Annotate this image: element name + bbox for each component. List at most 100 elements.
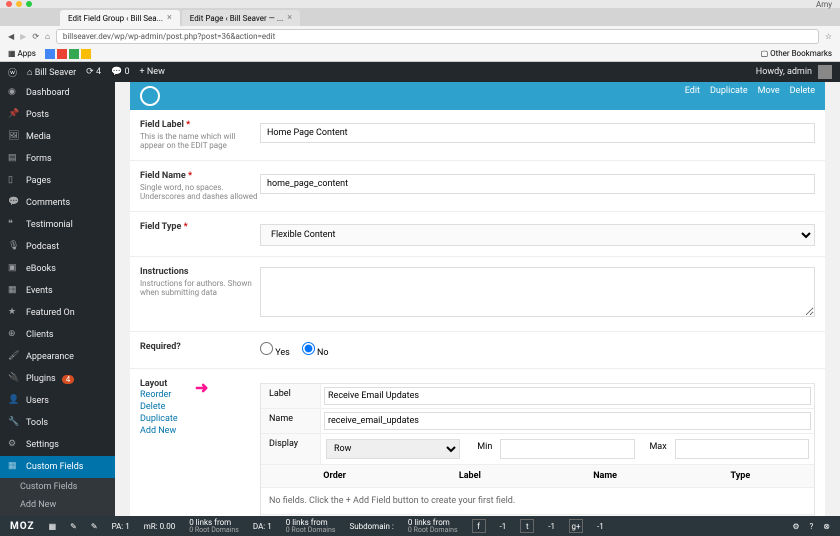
facebook-icon[interactable]: f [472, 519, 486, 533]
col-label: Label [402, 471, 537, 481]
close-icon[interactable]: × [167, 13, 172, 23]
layout-duplicate-link[interactable]: Duplicate [140, 413, 260, 425]
reload-icon[interactable]: ⟳ [32, 32, 39, 41]
sidebar-item-clients[interactable]: ⊕Clients [0, 324, 115, 346]
updates-icon[interactable]: ⟳ 4 [86, 67, 101, 77]
user-icon: 👤 [8, 395, 20, 407]
twitter-icon[interactable]: t [520, 519, 534, 533]
sidebar-item-events[interactable]: ▦Events [0, 280, 115, 302]
bookmark-icon[interactable] [57, 49, 67, 59]
sidebar-item-users[interactable]: 👤Users [0, 390, 115, 412]
sidebar-item-plugins[interactable]: 🔌Plugins4 [0, 368, 115, 390]
layout-addnew-link[interactable]: Add New [140, 425, 260, 437]
delete-link[interactable]: Delete [790, 86, 815, 106]
sidebar-item-appearance[interactable]: 🖌Appearance [0, 346, 115, 368]
field-label-input[interactable] [260, 123, 815, 143]
field-order-icon [140, 86, 160, 106]
plugin-icon: 🔌 [8, 373, 20, 385]
minimize-window-icon[interactable] [16, 1, 22, 7]
field-name-input[interactable] [260, 174, 815, 194]
layout-subtable: Label Name Display Row Min [260, 383, 815, 516]
field-label: Layout [140, 379, 260, 389]
sidebar-item-media[interactable]: 🖼Media [0, 126, 115, 148]
sidebar-item-comments[interactable]: 💬Comments [0, 192, 115, 214]
bookmark-icon[interactable] [69, 49, 79, 59]
layout-reorder-link[interactable]: Reorder [140, 389, 260, 401]
moz-logo[interactable]: MOZ [10, 521, 35, 532]
layout-delete-link[interactable]: Delete [140, 401, 260, 413]
sidebar-item-tools[interactable]: 🔧Tools [0, 412, 115, 434]
moz-icon[interactable]: ✎ [91, 522, 98, 531]
sidebar-item-posts[interactable]: 📌Posts [0, 104, 115, 126]
bookmark-icon[interactable] [81, 49, 91, 59]
mac-titlebar: Amy [0, 0, 840, 8]
duplicate-link[interactable]: Duplicate [710, 86, 748, 106]
required-yes[interactable]: Yes [260, 342, 290, 358]
ext-icon[interactable]: ☆ [825, 32, 832, 41]
field-type-select[interactable]: Flexible Content [260, 224, 815, 246]
sidebar-item-forms[interactable]: ▤Forms [0, 148, 115, 170]
new-button[interactable]: + New [140, 67, 165, 77]
brush-icon: 🖌 [8, 351, 20, 363]
field-label: Field Type * [140, 222, 260, 232]
sidebar-item-custom-fields[interactable]: ▦Custom Fields [0, 456, 115, 478]
calendar-icon: ▦ [8, 285, 20, 297]
field-desc: Single word, no spaces. Underscores and … [140, 183, 260, 201]
sidebar-item-dashboard[interactable]: ◉Dashboard [0, 82, 115, 104]
site-name[interactable]: ⌂ Bill Seaver [27, 67, 76, 78]
update-badge: 4 [62, 375, 75, 384]
field-desc: This is the name which will appear on th… [140, 132, 260, 150]
close-icon[interactable]: × [287, 13, 292, 23]
moz-gear-icon[interactable]: ⚙ [792, 522, 799, 531]
moz-icon[interactable]: ▦ [49, 522, 57, 531]
mac-user: Amy [816, 0, 832, 9]
gplus-icon[interactable]: g+ [569, 519, 583, 533]
url-input[interactable]: billseaver.dev/wp/wp-admin/post.php?post… [56, 29, 819, 44]
avatar-icon[interactable] [818, 65, 832, 79]
back-icon[interactable]: ◀ [8, 32, 14, 41]
layout-max-input[interactable] [675, 439, 809, 459]
sidebar-sub-add-new[interactable]: Add New [0, 496, 115, 514]
edit-link[interactable]: Edit [685, 86, 700, 106]
star-icon: ★ [8, 307, 20, 319]
row-instructions: Instructions Instructions for authors. S… [130, 257, 825, 332]
layout-name-key: Name [261, 409, 321, 433]
home-icon[interactable]: ⌂ [45, 32, 50, 41]
sidebar-item-podcast[interactable]: 🎙Podcast [0, 236, 115, 258]
row-required: Required? Yes No [130, 332, 825, 369]
cf-icon: ▦ [8, 461, 20, 473]
other-bookmarks[interactable]: ▢ Other Bookmarks [761, 49, 832, 58]
moz-close-icon[interactable]: ⊗ [823, 522, 830, 531]
layout-min-input[interactable] [500, 439, 634, 459]
sidebar-item-settings[interactable]: ⚙Settings [0, 434, 115, 456]
moz-icon[interactable]: ✎ [70, 522, 77, 531]
bookmark-icon[interactable] [45, 49, 55, 59]
wp-logo-icon[interactable]: ⓦ [8, 66, 17, 79]
moz-bar: MOZ ▦ ✎ ✎ PA: 1 mR: 0.00 0 links from0 R… [0, 516, 840, 536]
gear-icon: ⚙ [8, 439, 20, 451]
browser-tab[interactable]: Edit Page ‹ Bill Seaver — ...× [182, 10, 300, 26]
moz-help-icon[interactable]: ? [810, 522, 814, 531]
move-link[interactable]: Move [758, 86, 780, 106]
row-field-label: Field Label * This is the name which wil… [130, 110, 825, 161]
moz-da: DA: 1 [253, 522, 272, 531]
layout-display-select[interactable]: Row [326, 439, 460, 459]
sidebar-item-featured[interactable]: ★Featured On [0, 302, 115, 324]
layout-label-input[interactable] [324, 387, 811, 405]
sidebar-item-ebooks[interactable]: ▣eBooks [0, 258, 115, 280]
sidebar-item-testimonial[interactable]: ❝Testimonial [0, 214, 115, 236]
forward-icon[interactable]: ▶ [20, 32, 26, 41]
field-header: Edit Duplicate Move Delete [130, 82, 825, 110]
apps-button[interactable]: ▦ Apps [8, 49, 36, 58]
layout-name-input[interactable] [324, 412, 811, 430]
maximize-window-icon[interactable] [26, 1, 32, 7]
howdy-user[interactable]: Howdy, admin [756, 67, 812, 77]
main-content: Edit Duplicate Move Delete Field Label *… [115, 82, 840, 516]
browser-tab-active[interactable]: Edit Field Group ‹ Bill Sea...× [60, 10, 180, 26]
instructions-textarea[interactable] [260, 267, 815, 317]
close-window-icon[interactable] [6, 1, 12, 7]
sidebar-item-pages[interactable]: ▯Pages [0, 170, 115, 192]
comments-icon[interactable]: 💬 0 [111, 67, 130, 77]
sidebar-sub-custom-fields[interactable]: Custom Fields [0, 478, 115, 496]
required-no[interactable]: No [302, 342, 329, 358]
